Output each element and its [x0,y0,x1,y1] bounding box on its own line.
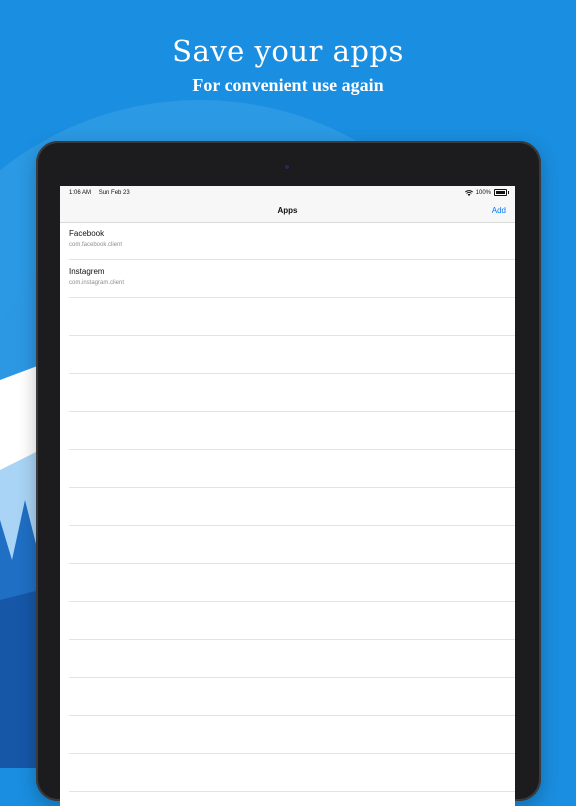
promo-subheadline: For convenient use again [192,75,384,95]
list-item[interactable]: Facebook com.facebook.client [69,222,515,260]
navigation-bar: Apps Add [60,200,515,223]
battery-icon [494,189,509,196]
app-name: Instagrem [69,267,105,276]
app-bundle-id: com.instagram.client [69,280,125,286]
nav-title: Apps [277,206,298,215]
status-time: 1:06 AM [69,190,92,196]
empty-row [69,374,515,412]
empty-row [69,412,515,450]
empty-row [69,488,515,526]
empty-row [69,602,515,640]
wifi-icon [464,189,473,196]
list-item[interactable]: Instagrem com.instagram.client [69,260,515,298]
app-screen: 1:06 AM Sun Feb 23 100% Apps Add Faceboo… [60,186,515,806]
battery-percent: 100% [475,189,491,196]
add-button[interactable]: Add [492,206,506,215]
empty-row [69,450,515,488]
empty-row [69,298,515,336]
empty-row [69,716,515,754]
empty-row [69,754,515,792]
empty-row [69,640,515,678]
status-date: Sun Feb 23 [98,190,130,196]
empty-row [69,526,515,564]
camera-icon [283,163,291,171]
app-bundle-id: com.facebook.client [69,242,123,248]
app-name: Facebook [69,229,105,238]
empty-row [69,336,515,374]
empty-row [69,678,515,716]
tablet-device-frame: 1:06 AM Sun Feb 23 100% Apps Add Faceboo… [36,141,541,806]
promo-headline: Save your apps [172,34,404,68]
apps-list: Facebook com.facebook.client Instagrem com.… [60,222,515,792]
empty-row [69,564,515,602]
status-bar: 1:06 AM Sun Feb 23 100% [60,186,515,200]
